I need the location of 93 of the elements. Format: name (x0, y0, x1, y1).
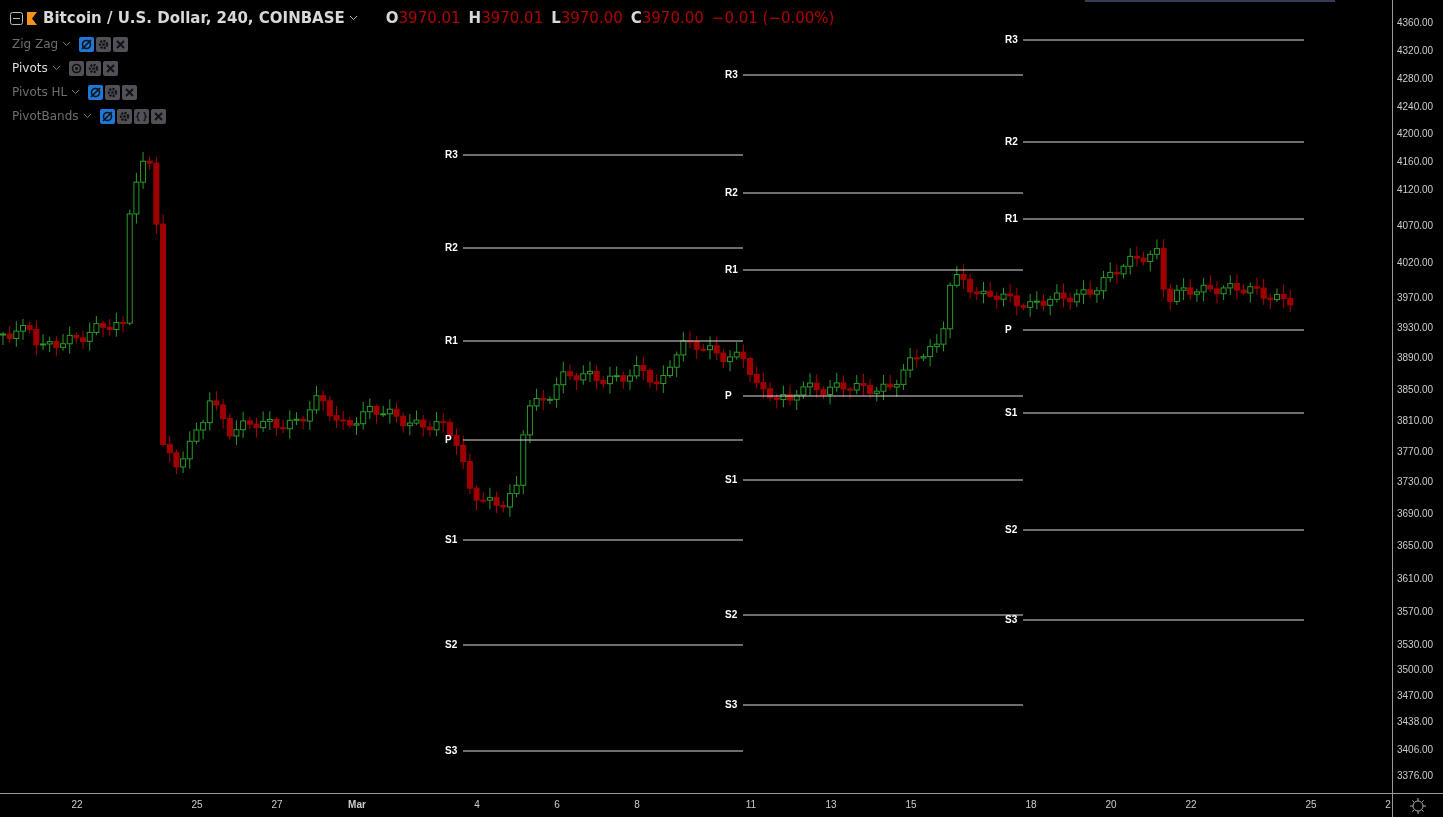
ohlc-value: C3970.00 (630, 9, 704, 27)
date-tick: 4 (474, 799, 480, 811)
pivot-label: P (1005, 324, 1012, 336)
caret-icon[interactable] (71, 89, 81, 95)
date-tick: 13 (825, 799, 837, 811)
price-tick: 3438.00 (1397, 715, 1434, 729)
flag-icon (27, 11, 37, 25)
price-tick: 3770.00 (1397, 445, 1434, 459)
price-tick: 3570.00 (1397, 605, 1434, 619)
date-tick: 20 (1105, 799, 1117, 811)
date-tick: 25 (191, 799, 203, 811)
price-tick: 3500.00 (1397, 663, 1434, 677)
price-tick: 3530.00 (1397, 638, 1434, 652)
price-tick: 3730.00 (1397, 475, 1434, 489)
caret-icon[interactable] (51, 65, 61, 71)
date-tick: 8 (634, 799, 640, 811)
price-tick: 3810.00 (1397, 414, 1434, 428)
ohlc-value: L3970.00 (551, 9, 623, 27)
hidden-eye-icon[interactable] (88, 84, 104, 100)
price-tick: 3610.00 (1397, 572, 1434, 586)
date-tick: 2 (1385, 799, 1391, 811)
price-tick: 3970.00 (1397, 291, 1434, 305)
price-tick: 3376.00 (1397, 769, 1434, 783)
price-tick: 4200.00 (1397, 127, 1434, 141)
symbol-title[interactable]: Bitcoin / U.S. Dollar, 240, COINBASE (43, 9, 345, 27)
hidden-eye-icon[interactable] (79, 36, 95, 52)
price-tick: 4320.00 (1397, 44, 1434, 58)
caret-icon[interactable] (348, 15, 358, 21)
settings-icon[interactable] (85, 60, 101, 76)
price-tick: 3690.00 (1397, 507, 1434, 521)
collapse-icon[interactable] (10, 11, 23, 25)
pivot-label: S3 (445, 745, 458, 757)
price-tick: 4360.00 (1397, 16, 1434, 30)
price-tick: 3650.00 (1397, 539, 1434, 553)
date-tick: 25 (1305, 799, 1317, 811)
pivot-label: R1 (1005, 213, 1018, 225)
indicator-name[interactable]: Pivots (12, 61, 48, 75)
close-icon[interactable] (122, 84, 138, 100)
price-tick: 4280.00 (1397, 72, 1434, 86)
price-change: −0.01 (−0.00%) (711, 9, 835, 27)
date-tick: 15 (905, 799, 917, 811)
pivot-label: R3 (725, 69, 738, 81)
price-tick: 3850.00 (1397, 383, 1434, 397)
pivot-label: R1 (725, 264, 738, 276)
pivot-label: R3 (1005, 34, 1018, 46)
pivot-label: P (725, 390, 732, 402)
pivot-label: S2 (725, 609, 738, 621)
pivot-label: R3 (445, 149, 458, 161)
pivot-label: S1 (725, 474, 738, 486)
price-tick: 3890.00 (1397, 351, 1434, 365)
settings-icon[interactable] (96, 36, 112, 52)
pivot-label: R2 (725, 187, 738, 199)
date-tick: 22 (71, 799, 83, 811)
price-tick: 4160.00 (1397, 155, 1434, 169)
date-tick: 6 (554, 799, 560, 811)
pivot-label: S2 (445, 639, 458, 651)
close-icon[interactable] (113, 36, 129, 52)
pivot-label: S1 (445, 534, 458, 546)
date-tick: 11 (745, 799, 757, 811)
pivot-label: S1 (1005, 407, 1018, 419)
indicator-name[interactable]: Zig Zag (12, 37, 59, 51)
indicator-name[interactable]: Pivots HL (12, 85, 68, 99)
price-tick: 3406.00 (1397, 743, 1434, 757)
close-icon[interactable] (102, 60, 118, 76)
date-tick: 18 (1025, 799, 1037, 811)
date-tick: 27 (271, 799, 283, 811)
ohlc-value: H3970.01 (468, 9, 544, 27)
close-icon[interactable] (150, 108, 166, 124)
price-tick: 4240.00 (1397, 100, 1434, 114)
braces-icon[interactable] (133, 108, 149, 124)
caret-icon[interactable] (62, 41, 72, 47)
price-tick: 3470.00 (1397, 689, 1434, 703)
date-tick: Mar (348, 799, 366, 811)
price-tick: 3930.00 (1397, 321, 1434, 335)
hidden-eye-icon[interactable] (99, 108, 115, 124)
pivot-label: R2 (445, 242, 458, 254)
pivot-label: R1 (445, 335, 458, 347)
pivot-label: P (445, 434, 452, 446)
ohlc-value: O3970.01 (385, 9, 461, 27)
price-tick: 4120.00 (1397, 183, 1434, 197)
date-tick: 22 (1185, 799, 1197, 811)
pivot-label: R2 (1005, 136, 1018, 148)
price-tick: 4020.00 (1397, 256, 1434, 270)
caret-icon[interactable] (82, 113, 92, 119)
settings-icon[interactable] (116, 108, 132, 124)
pivot-label: S3 (725, 699, 738, 711)
indicator-name[interactable]: PivotBands (12, 109, 79, 123)
pivot-label: S3 (1005, 614, 1018, 626)
settings-icon[interactable] (1409, 796, 1427, 815)
eye-icon[interactable] (68, 60, 84, 76)
settings-icon[interactable] (105, 84, 121, 100)
price-tick: 4070.00 (1397, 219, 1434, 233)
pivot-label: S2 (1005, 524, 1018, 536)
